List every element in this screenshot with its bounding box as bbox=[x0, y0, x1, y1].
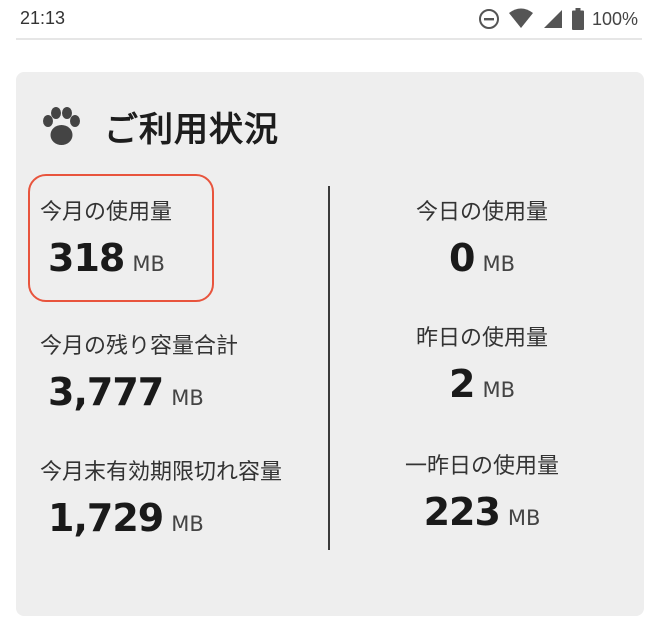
metric-unit: MB bbox=[482, 378, 515, 402]
metric-value-row: 2 MB bbox=[332, 362, 632, 406]
cellular-signal-icon bbox=[543, 10, 562, 28]
usage-card: ご利用状況 今月の使用量 318 MB 今月の残り容量合計 3,777 MB 今月末… bbox=[16, 72, 644, 616]
metric-unit: MB bbox=[482, 252, 515, 276]
metric-value: 1,729 bbox=[48, 496, 164, 540]
card-title: ご利用状況 bbox=[104, 110, 279, 150]
header-divider bbox=[16, 38, 642, 40]
month-end-expiring: 今月末有効期限切れ容量 1,729 MB bbox=[40, 454, 282, 540]
metric-label: 今日の使用量 bbox=[415, 200, 548, 225]
status-bar: 21:13 100% bbox=[0, 0, 660, 40]
battery-percent: 100% bbox=[591, 8, 638, 29]
status-icons: 100% bbox=[478, 6, 638, 32]
battery-icon bbox=[571, 8, 584, 30]
metric-label: 一昨日の使用量 bbox=[404, 454, 559, 479]
card-header: ご利用状況 bbox=[40, 102, 279, 151]
wifi-icon bbox=[508, 8, 533, 28]
metric-value: 318 bbox=[48, 236, 125, 280]
monthly-remaining: 今月の残り容量合計 3,777 MB bbox=[40, 328, 238, 414]
metric-value-row: 1,729 MB bbox=[48, 496, 282, 540]
monthly-usage: 今月の使用量 318 MB bbox=[40, 194, 172, 280]
yesterday-usage: 昨日の使用量 2 MB bbox=[332, 320, 632, 406]
metric-value-row: 0 MB bbox=[332, 236, 632, 280]
metric-value: 0 bbox=[449, 236, 475, 280]
status-time: 21:13 bbox=[20, 8, 66, 28]
metric-label: 今月の使用量 bbox=[40, 200, 173, 225]
metric-label: 今月末有効期限切れ容量 bbox=[40, 460, 283, 485]
day-before-yesterday-usage: 一昨日の使用量 223 MB bbox=[332, 448, 632, 534]
metric-value: 3,777 bbox=[48, 370, 164, 414]
paw-icon bbox=[43, 106, 80, 145]
metric-unit: MB bbox=[507, 506, 541, 530]
metric-unit: MB bbox=[171, 386, 204, 410]
metric-value-row: 223 MB bbox=[332, 490, 632, 534]
column-divider bbox=[328, 186, 330, 550]
metric-value-row: 318 MB bbox=[48, 236, 172, 280]
today-usage: 今日の使用量 0 MB bbox=[332, 194, 632, 280]
metric-value: 2 bbox=[449, 362, 475, 406]
metric-unit: MB bbox=[171, 512, 204, 536]
metric-value-row: 3,777 MB bbox=[48, 370, 238, 414]
metric-label: 昨日の使用量 bbox=[415, 326, 548, 351]
metric-value: 223 bbox=[423, 490, 501, 534]
metric-unit: MB bbox=[132, 252, 165, 276]
do-not-disturb-icon bbox=[478, 9, 499, 29]
metric-label: 今月の残り容量合計 bbox=[40, 334, 239, 359]
